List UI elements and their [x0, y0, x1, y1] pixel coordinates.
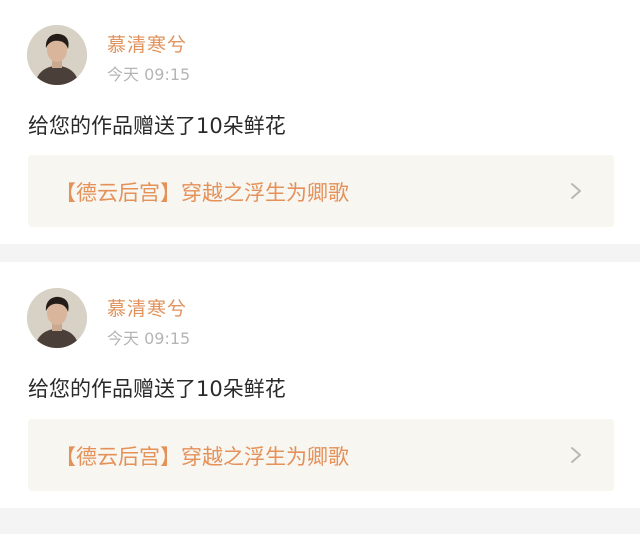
- notification-list: 慕清寒兮 今天 09:15 给您的作品赠送了10朵鲜花 【德云后宫】穿越之浮生为…: [0, 0, 640, 534]
- username[interactable]: 慕清寒兮: [107, 30, 187, 57]
- username[interactable]: 慕清寒兮: [107, 294, 187, 321]
- gift-message: 给您的作品赠送了10朵鲜花: [28, 114, 286, 138]
- work-title: 【德云后宫】穿越之浮生为卿歌: [55, 445, 349, 469]
- avatar[interactable]: [27, 25, 87, 85]
- chevron-right-icon: [571, 183, 581, 199]
- timestamp: 今天 09:15: [107, 65, 191, 84]
- work-link-button[interactable]: 【德云后宫】穿越之浮生为卿歌: [28, 419, 614, 491]
- notification-card: 慕清寒兮 今天 09:15 给您的作品赠送了10朵鲜花 【德云后宫】穿越之浮生为…: [0, 262, 640, 508]
- notification-card: 慕清寒兮 今天 09:15 给您的作品赠送了10朵鲜花 【德云后宫】穿越之浮生为…: [0, 0, 640, 244]
- avatar-portrait-icon: [27, 25, 87, 85]
- chevron-right-icon: [571, 447, 581, 463]
- avatar[interactable]: [27, 288, 87, 348]
- gift-message: 给您的作品赠送了10朵鲜花: [28, 377, 286, 401]
- work-link-button[interactable]: 【德云后宫】穿越之浮生为卿歌: [28, 155, 614, 227]
- avatar-portrait-icon: [27, 288, 87, 348]
- timestamp: 今天 09:15: [107, 329, 191, 348]
- work-title: 【德云后宫】穿越之浮生为卿歌: [55, 181, 349, 205]
